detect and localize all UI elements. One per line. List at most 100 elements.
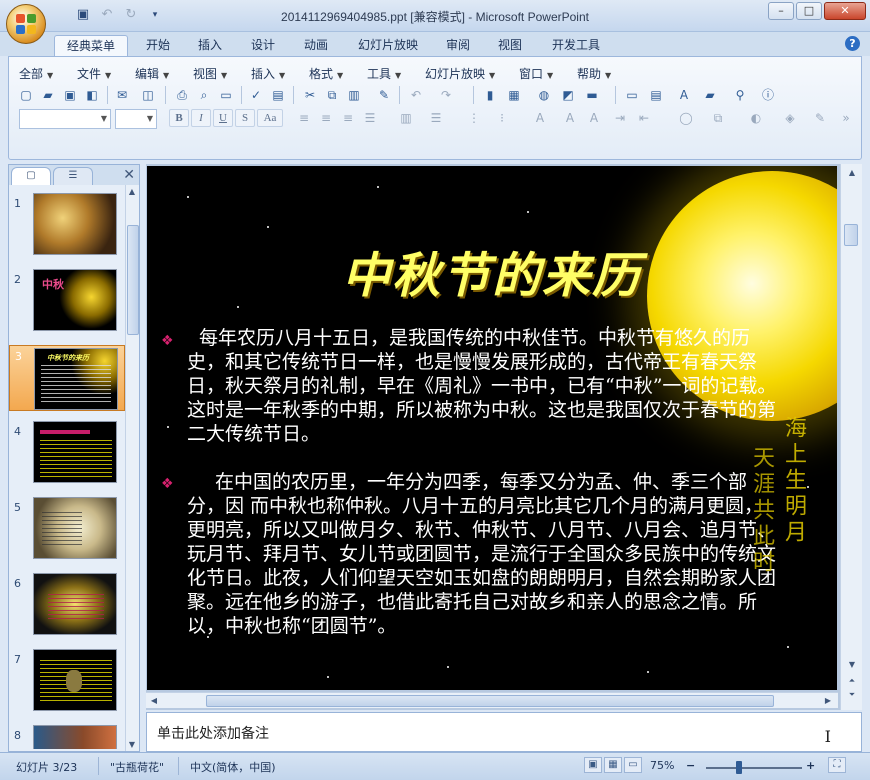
cut-icon[interactable]: ✂	[301, 86, 319, 104]
save-icon[interactable]: ▣	[61, 86, 79, 104]
slide-design-icon[interactable]: ▤	[647, 86, 665, 104]
zoom-out-icon[interactable]: −	[686, 759, 695, 772]
menu-insert[interactable]: 插入 ▼	[251, 65, 285, 82]
previous-slide-icon[interactable]: ⏶	[846, 676, 858, 686]
shadow-button[interactable]: S	[235, 109, 255, 127]
font-color-icon[interactable]: A	[531, 109, 549, 127]
menu-view[interactable]: 视图 ▼	[193, 65, 227, 82]
decrease-font-icon[interactable]: A	[585, 109, 603, 127]
scrollbar-thumb[interactable]	[844, 224, 858, 246]
format-painter-icon[interactable]: ✎	[375, 86, 393, 104]
print-icon[interactable]: ⎙	[173, 86, 191, 104]
tab-slides[interactable]: ▢	[11, 167, 51, 185]
color-view-icon[interactable]: ▬	[583, 86, 601, 104]
indent-icon[interactable]: ⇥	[611, 109, 629, 127]
font-color-box-icon[interactable]: A	[675, 86, 693, 104]
menu-slideshow[interactable]: 幻灯片放映 ▼	[425, 65, 495, 82]
scroll-down-icon[interactable]: ▼	[126, 740, 138, 749]
align-left-icon[interactable]: ≡	[295, 109, 313, 127]
slide-thumbnail[interactable]: 4	[9, 421, 125, 487]
increase-font-icon[interactable]: A	[561, 109, 579, 127]
line-spacing-icon[interactable]: ☰	[427, 109, 445, 127]
email-icon[interactable]: ✉	[113, 86, 131, 104]
zoom-slider-knob[interactable]	[736, 761, 742, 774]
zoom-slider[interactable]	[706, 767, 802, 769]
scroll-up-icon[interactable]: ▲	[846, 168, 858, 177]
columns-icon[interactable]: ▥	[397, 109, 415, 127]
scroll-up-icon[interactable]: ▲	[126, 187, 138, 196]
help-icon[interactable]: ?	[845, 36, 860, 51]
tab-view[interactable]: 视图	[490, 35, 530, 56]
open-folder-icon[interactable]: ▰	[39, 86, 57, 104]
new-slide-icon[interactable]: ▭	[623, 86, 641, 104]
shape-fill-icon[interactable]: ◈	[781, 109, 799, 127]
italic-button[interactable]: I	[191, 109, 211, 127]
zoom-level[interactable]: 75%	[650, 759, 674, 772]
scroll-right-icon[interactable]: ▶	[822, 696, 834, 705]
horizontal-scrollbar[interactable]: ◀ ▶	[146, 692, 838, 708]
slide-sorter-view-button[interactable]: ▦	[604, 757, 622, 773]
normal-view-button[interactable]: ▣	[584, 757, 602, 773]
tab-developer[interactable]: 开发工具	[544, 35, 608, 56]
menu-format[interactable]: 格式 ▼	[309, 65, 343, 82]
close-button[interactable]: ✕	[824, 2, 866, 20]
slide-paragraph-2[interactable]: 在中国的农历里，一年分为四季，每季又分为孟、仲、季三个部分，因 而中秋也称仲秋。…	[187, 470, 782, 638]
redo-icon[interactable]: ↷	[437, 86, 455, 104]
print-preview-icon[interactable]: ⌕	[195, 86, 213, 104]
bullets-icon[interactable]: ⁝	[493, 109, 511, 127]
align-right-icon[interactable]: ≡	[339, 109, 357, 127]
more-icon[interactable]: »	[837, 109, 855, 127]
slides-pane-scrollbar[interactable]: ▲ ▼	[125, 185, 139, 751]
slide-thumbnail-selected[interactable]: 3 中秋节的来历	[9, 345, 125, 411]
tab-review[interactable]: 审阅	[438, 35, 478, 56]
change-case-button[interactable]: Aa	[257, 109, 283, 127]
grayscale-icon[interactable]: ◩	[559, 86, 577, 104]
language-indicator[interactable]: 中文(简体，中国)	[190, 759, 276, 775]
bold-button[interactable]: B	[169, 109, 189, 127]
scrollbar-thumb[interactable]	[206, 695, 774, 707]
tab-slideshow[interactable]: 幻灯片放映	[352, 35, 424, 56]
notes-placeholder[interactable]: 单击此处添加备注	[157, 723, 269, 743]
paste-icon[interactable]: ▥	[345, 86, 363, 104]
next-slide-icon[interactable]: ⏷	[846, 690, 858, 700]
underline-button[interactable]: U	[213, 109, 233, 127]
scroll-left-icon[interactable]: ◀	[148, 696, 160, 705]
tab-design[interactable]: 设计	[243, 35, 283, 56]
menu-file[interactable]: 文件 ▼	[77, 65, 111, 82]
publish-icon[interactable]: ◫	[139, 86, 157, 104]
minimize-button[interactable]: –	[768, 2, 794, 20]
arrange-icon[interactable]: ⧉	[709, 109, 727, 127]
notes-pane[interactable]: 单击此处添加备注 I	[146, 712, 862, 752]
justify-icon[interactable]: ☰	[361, 109, 379, 127]
slide-layout-icon[interactable]: ▭	[217, 86, 235, 104]
slide-title[interactable]: 中秋节的来历	[147, 236, 837, 306]
outdent-icon[interactable]: ⇤	[635, 109, 653, 127]
align-center-icon[interactable]: ≡	[317, 109, 335, 127]
font-size-combo[interactable]: ▼	[115, 109, 157, 129]
permission-icon[interactable]: ◧	[83, 86, 101, 104]
folder-icon[interactable]: ▰	[701, 86, 719, 104]
tab-classic-menu[interactable]: 经典菜单	[54, 35, 128, 56]
menu-help[interactable]: 帮助 ▼	[577, 65, 611, 82]
new-document-icon[interactable]: ▢	[17, 86, 35, 104]
maximize-button[interactable]: □	[796, 2, 822, 20]
undo-icon[interactable]: ↶	[407, 86, 425, 104]
copy-icon[interactable]: ⧉	[323, 86, 341, 104]
slide-canvas[interactable]: 中秋节的来历 ❖ 每年农历八月十五日，是我国传统的中秋佳节。中秋节有悠久的历史，…	[147, 166, 837, 690]
tab-outline[interactable]: ☰	[53, 167, 93, 185]
fit-to-window-icon[interactable]: ⛶	[828, 757, 846, 773]
font-name-combo[interactable]: ▼	[19, 109, 111, 129]
slide-paragraph-1[interactable]: 每年农历八月十五日，是我国传统的中秋佳节。中秋节有悠久的历史，和其它传统节日一样…	[187, 326, 782, 446]
slide-thumbnail[interactable]: 6	[9, 573, 125, 639]
scrollbar-thumb[interactable]	[127, 225, 139, 335]
table-icon[interactable]: ▦	[505, 86, 523, 104]
scroll-down-icon[interactable]: ▼	[846, 660, 858, 669]
shapes-icon[interactable]: ◯	[677, 109, 695, 127]
shape-outline-icon[interactable]: ✎	[811, 109, 829, 127]
zoom-in-icon[interactable]: +	[806, 759, 815, 772]
menu-tools[interactable]: 工具 ▼	[367, 65, 401, 82]
tab-animation[interactable]: 动画	[296, 35, 336, 56]
zoom-search-icon[interactable]: ⚲	[731, 86, 749, 104]
menu-all[interactable]: 全部 ▼	[19, 65, 53, 82]
slide-thumbnail[interactable]: 5	[9, 497, 125, 563]
